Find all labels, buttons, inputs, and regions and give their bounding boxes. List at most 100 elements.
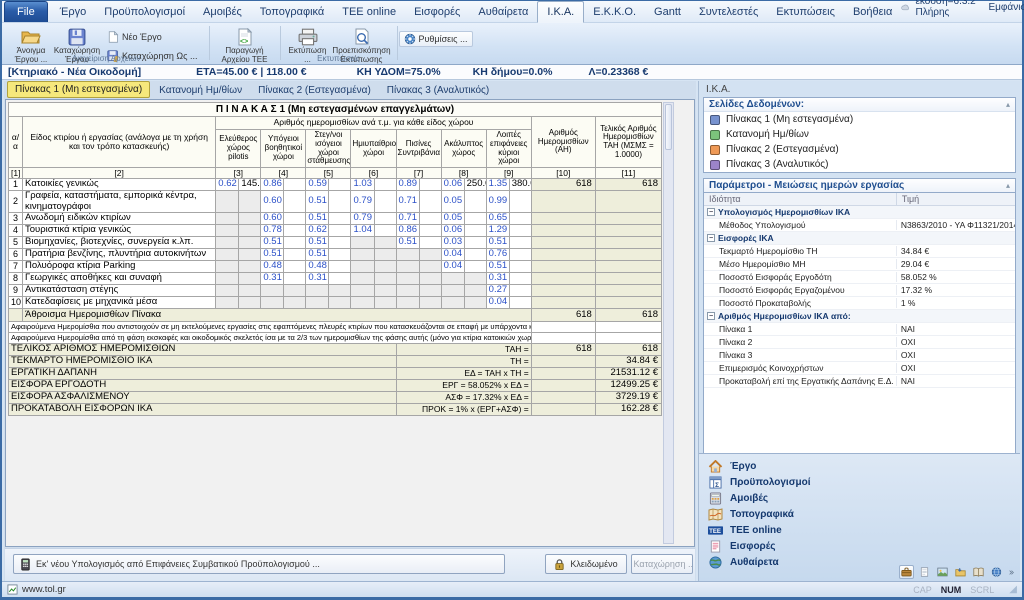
cell-r9-c3-area[interactable] [374,297,396,309]
cell-r4-c0-area[interactable] [239,237,261,249]
cell-r1-c3-area[interactable] [374,191,396,213]
cell-r3-c0-area[interactable] [239,225,261,237]
param-item-13[interactable]: Προκαταβολή επί της Εργατικής Δαπάνης Ε.… [704,375,1015,388]
cell-r0-c1-coef[interactable]: 0.86 [261,179,284,191]
cell-r9-c4-area[interactable] [419,297,441,309]
collapse-box-icon[interactable]: − [707,208,715,216]
cell-r5-c2-area[interactable] [329,249,351,261]
data-page-item-2[interactable]: Πίνακας 2 (Εστεγασμένα) [704,142,1015,157]
cell-r8-c5-coef[interactable] [441,285,464,297]
cell-r6-c5-coef[interactable]: 0.04 [441,261,464,273]
param-item-12[interactable]: Επιμερισμός ΚοινοχρήστωνΟΧΙ [704,362,1015,375]
cell-r9-c2-coef[interactable] [306,297,329,309]
cell-r1-c1-area[interactable] [284,191,306,213]
cell-r7-c1-area[interactable] [284,273,306,285]
cell-r4-c2-area[interactable] [329,237,351,249]
cell-r4-c6-area[interactable] [509,237,531,249]
doc-tab-0[interactable]: Πίνακας 1 (Μη εστεγασμένα) [7,81,150,98]
collapse-arrow-icon[interactable]: ▴ [1006,181,1010,190]
cell-r9-c4-coef[interactable] [396,297,419,309]
cell-r9-c5-coef[interactable] [441,297,464,309]
params-header[interactable]: Παράμετροι - Μειώσεις ημερών εργασίας ▴ [703,178,1016,192]
cell-r3-c6-coef[interactable]: 1.29 [486,225,509,237]
cell-r6-c0-area[interactable] [239,261,261,273]
cell-r3-c1-coef[interactable]: 0.78 [261,225,284,237]
register-button[interactable]: Καταχώρηση ... [631,554,693,574]
cell-r7-c5-area[interactable] [464,273,486,285]
data-page-item-0[interactable]: Πίνακας 1 (Μη εστεγασμένα) [704,112,1015,127]
cell-r6-c3-area[interactable] [374,261,396,273]
nav-item-0[interactable]: Έργο [699,458,1020,474]
cell-r1-c6-coef[interactable]: 0.99 [486,191,509,213]
ribbon-tab-3[interactable]: Αμοιβές [194,2,251,22]
cell-r5-c1-area[interactable] [284,249,306,261]
collapse-box-icon[interactable]: − [707,312,715,320]
cell-r7-c4-coef[interactable] [396,273,419,285]
document-icon[interactable] [917,565,932,579]
cell-r0-c3-area[interactable] [374,179,396,191]
cell-r8-c6-coef[interactable]: 0.27 [486,285,509,297]
cell-r8-c1-area[interactable] [284,285,306,297]
param-value[interactable]: ΟΧΙ [897,337,1015,347]
cell-r4-c3-coef[interactable] [351,237,374,249]
cell-r6-c6-coef[interactable]: 0.51 [486,261,509,273]
cell-r3-c5-area[interactable] [464,225,486,237]
cell-r8-c2-area[interactable] [329,285,351,297]
image-icon[interactable] [935,565,950,579]
param-item-6[interactable]: Ποσοστό Εισφοράς Εργαζομένου17.32 % [704,284,1015,297]
ribbon-tab-9[interactable]: Ε.Κ.Κ.Ο. [584,2,645,22]
cell-r8-c5-area[interactable] [464,285,486,297]
data-page-item-3[interactable]: Πίνακας 3 (Αναλυτικός) [704,157,1015,172]
cell-r3-c4-coef[interactable]: 0.86 [396,225,419,237]
cell-r1-c0-area[interactable] [239,191,261,213]
cell-r0-c5-area[interactable]: 250.00 [464,179,486,191]
cell-r9-c0-coef[interactable] [216,297,239,309]
cell-r5-c0-coef[interactable] [216,249,239,261]
cell-r7-c3-area[interactable] [374,273,396,285]
param-item-7[interactable]: Ποσοστό Προκαταβολής1 % [704,297,1015,310]
cell-r6-c6-area[interactable] [509,261,531,273]
nav-item-1[interactable]: ΣΠροϋπολογισμοί [699,474,1020,490]
vertical-scrollbar[interactable] [663,102,674,544]
cell-r5-c6-area[interactable] [509,249,531,261]
data-page-item-1[interactable]: Κατανομή Ημ/θίων [704,127,1015,142]
nav-item-2[interactable]: Αμοιβές [699,490,1020,506]
cell-r1-c2-coef[interactable]: 0.51 [306,191,329,213]
ribbon-tab-13[interactable]: Βοήθεια [844,2,901,22]
cell-r9-c6-coef[interactable]: 0.04 [486,297,509,309]
cell-r6-c1-area[interactable] [284,261,306,273]
cell-r5-c6-coef[interactable]: 0.76 [486,249,509,261]
cell-r9-c0-area[interactable] [239,297,261,309]
cell-r7-c2-area[interactable] [329,273,351,285]
resize-grip[interactable]: ◢ [1009,584,1017,595]
cell-r6-c4-area[interactable] [419,261,441,273]
cell-r5-c3-coef[interactable] [351,249,374,261]
cell-r3-c1-area[interactable] [284,225,306,237]
cell-r7-c0-coef[interactable] [216,273,239,285]
ribbon-tab-5[interactable]: ΤΕΕ online [333,2,405,22]
param-item-10[interactable]: Πίνακα 2ΟΧΙ [704,336,1015,349]
cell-r5-c1-coef[interactable]: 0.51 [261,249,284,261]
cell-r3-c0-coef[interactable] [216,225,239,237]
scrollbar-thumb[interactable] [665,104,672,150]
cell-r4-c5-area[interactable] [464,237,486,249]
cell-r7-c4-area[interactable] [419,273,441,285]
cell-r1-c5-area[interactable] [464,191,486,213]
cell-r4-c4-area[interactable] [419,237,441,249]
param-item-5[interactable]: Ποσοστό Εισφοράς Εργοδότη58.052 % [704,271,1015,284]
doc-tab-3[interactable]: Πίνακας 3 (Αναλυτικός) [380,83,496,98]
export-icon[interactable] [953,565,968,579]
cell-r4-c4-coef[interactable]: 0.51 [396,237,419,249]
cell-r3-c2-area[interactable] [329,225,351,237]
cell-r9-c5-area[interactable] [464,297,486,309]
cell-r2-c3-area[interactable] [374,213,396,225]
cell-r5-c4-area[interactable] [419,249,441,261]
param-group-8[interactable]: −Αριθμός Ημερομισθίων ΙΚΑ από: [704,310,1015,323]
cell-r0-c2-coef[interactable]: 0.59 [306,179,329,191]
ribbon-tab-2[interactable]: Προϋπολογισμοί [95,2,194,22]
ribbon-tab-12[interactable]: Εκτυπώσεις [767,2,844,22]
param-value[interactable]: ΝΑΙ [897,324,1015,334]
cell-r8-c1-coef[interactable] [261,285,284,297]
param-value[interactable]: 58.052 % [897,272,1015,282]
cell-r5-c0-area[interactable] [239,249,261,261]
